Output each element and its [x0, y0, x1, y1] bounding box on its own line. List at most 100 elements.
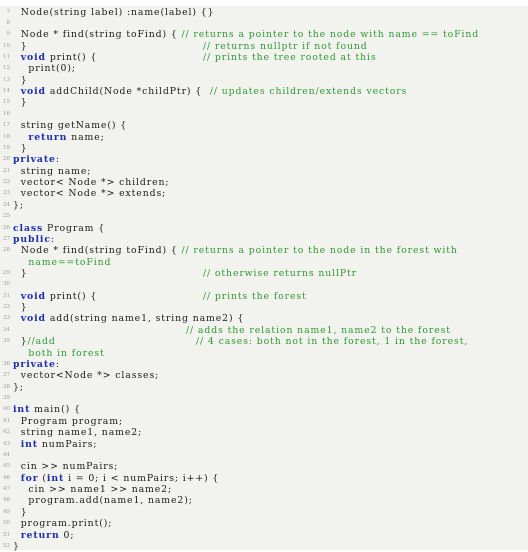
- code-line: 24};: [0, 200, 528, 211]
- code-line: 25: [0, 211, 528, 222]
- code-line: 48 program.add(name1, name2);: [0, 495, 528, 506]
- line-number: 36: [3, 360, 10, 367]
- code-text: string name1, name2;: [13, 427, 142, 438]
- code-line: 44: [0, 450, 528, 461]
- code-line: 10 } // returns nullptr if not found: [0, 41, 528, 52]
- code-text: }: [13, 268, 28, 279]
- comment: //add: [27, 336, 56, 348]
- line-number: 33: [3, 315, 10, 322]
- line-number: 12: [3, 65, 10, 72]
- code-line: 32 }: [0, 302, 528, 313]
- code-line: 50 program.print();: [0, 518, 528, 529]
- code-text: cin >> numPairs;: [13, 461, 118, 472]
- code-token: print() {: [45, 290, 98, 302]
- line-number: 25: [3, 213, 10, 220]
- code-line: 39: [0, 393, 528, 404]
- code-line: 47 cin >> name1 >> name2;: [0, 484, 528, 495]
- code-line: 46 for (int i = 0; i < numPairs; i++) {: [0, 473, 528, 484]
- code-token: Node * find(string toFind) {: [13, 29, 182, 41]
- code-token: :: [55, 154, 60, 166]
- code-text: }: [13, 97, 28, 108]
- code-text: for (int i = 0; i < numPairs; i++) {: [13, 473, 219, 484]
- code-text: void add(string name1, string name2) {: [13, 313, 244, 324]
- line-number: 9: [6, 31, 11, 38]
- line-number: 15: [3, 99, 10, 106]
- code-token: }: [13, 97, 28, 109]
- code-token: vector< Node *> children;: [13, 177, 170, 189]
- code-text: vector< Node *> children;: [13, 177, 169, 188]
- code-line: 15 }: [0, 97, 528, 108]
- line-number: 42: [3, 429, 10, 436]
- code-token: cin >> name1 >> name2;: [13, 484, 173, 496]
- code-line: 7 Node(string label) :name(label) {}: [0, 7, 528, 18]
- line-number: 26: [3, 224, 10, 231]
- code-token: 0;: [59, 529, 75, 541]
- line-number: 40: [3, 406, 10, 413]
- line-number: 14: [3, 88, 10, 95]
- keyword: void: [20, 313, 46, 325]
- code-text: };: [13, 382, 24, 393]
- code-token: Node(string label) :name(label) {}: [13, 6, 215, 18]
- code-token: string name;: [13, 165, 92, 177]
- code-token: }: [13, 540, 20, 552]
- keyword: int: [13, 404, 31, 416]
- code-token: print(0);: [13, 63, 76, 75]
- code-token: };: [13, 381, 24, 393]
- comment: name==toFind: [13, 256, 112, 268]
- code-token: name;: [67, 131, 105, 143]
- line-number: 16: [3, 110, 10, 117]
- comment: // returns a pointer to the node with na…: [181, 29, 480, 41]
- code-token: }: [13, 302, 28, 314]
- code-token: }: [13, 142, 28, 154]
- code-listing: 7 Node(string label) :name(label) {} 8 9 N…: [0, 6, 528, 552]
- code-line: 49 }: [0, 507, 528, 518]
- code-text: private:: [13, 154, 60, 165]
- comment: // returns a pointer to the node in the …: [181, 245, 458, 257]
- code-line: 33 void add(string name1, string name2) …: [0, 313, 528, 324]
- code-token: numPairs;: [38, 438, 98, 450]
- line-number: 52: [3, 542, 10, 549]
- comment: // 4 cases: both not in the forest, 1 in…: [196, 336, 469, 348]
- code-line: 26 class Program {: [0, 223, 528, 234]
- code-line: 51 return 0;: [0, 530, 528, 541]
- code-line: 16: [0, 109, 528, 120]
- line-number: 37: [3, 372, 10, 379]
- code-token: main() {: [30, 404, 81, 416]
- line-number: 10: [3, 42, 10, 49]
- code-text: Program program;: [13, 416, 123, 427]
- code-line: 17 string getName() {: [0, 120, 528, 131]
- line-number: 48: [3, 497, 10, 504]
- keyword: class: [13, 222, 44, 234]
- code-token: :: [50, 233, 55, 245]
- code-text: int main() {: [13, 404, 81, 415]
- line-number: 13: [3, 76, 10, 83]
- line-number: 34: [3, 326, 10, 333]
- line-number: 23: [3, 190, 10, 197]
- code-token: vector<Node *> classes;: [13, 370, 160, 382]
- keyword: public: [13, 233, 51, 245]
- comment: // prints the tree rooted at this: [203, 51, 377, 63]
- code-text: }: [13, 41, 28, 52]
- comment: // prints the forest: [203, 290, 307, 302]
- code-line: 9 Node * find(string toFind) { // return…: [0, 29, 528, 40]
- code-text: return name;: [13, 132, 105, 143]
- code-text: string getName() {: [13, 120, 127, 131]
- code-line: 43 int numPairs;: [0, 439, 528, 450]
- code-line: 20 private:: [0, 154, 528, 165]
- code-line: 11 void print() {// prints the tree root…: [0, 52, 528, 63]
- comment: // updates children/extends vectors: [209, 86, 408, 98]
- line-number: 24: [3, 201, 10, 208]
- code-text: }: [13, 507, 28, 518]
- code-line: 45 cin >> numPairs;: [0, 461, 528, 472]
- code-token: }: [13, 74, 28, 86]
- code-text: class Program {: [13, 223, 105, 234]
- line-number: 19: [3, 144, 10, 151]
- code-token: (: [38, 472, 47, 484]
- code-line: name==toFind: [0, 257, 528, 268]
- code-text: }//add: [13, 336, 56, 347]
- code-line: 35 }//add // 4 cases: both not in the for…: [0, 336, 528, 347]
